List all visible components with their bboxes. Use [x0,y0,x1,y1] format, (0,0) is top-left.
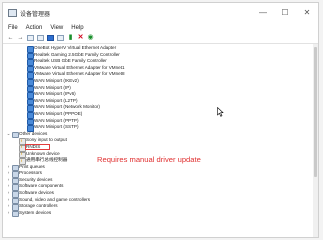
tree-item-network-adapter[interactable]: Realtek Gaming 2.5GbE Family Controller [3,51,318,60]
toolbar: ← → ▮ ✕ ◉ [3,33,318,44]
tree-item-rndis[interactable]: RNDIS [3,143,318,152]
menu-file[interactable]: File [8,25,18,31]
menu-help[interactable]: Help [71,25,83,31]
close-button[interactable]: ✕ [296,3,318,23]
tree-item-label: WAN Miniport (IKEv2) [34,77,79,83]
tree-item-network-adapter[interactable]: WAN Miniport (Network Monitor) [3,104,318,112]
forward-arrow-icon[interactable]: → [17,35,24,41]
tree-item-label: VMware Virtual Ethernet Adapter for VMne… [34,71,125,77]
tree-item-label: Other devices [19,130,48,136]
menu-action[interactable]: Action [26,25,43,31]
tree-item-label: WAN Miniport (SSTP) [34,124,79,130]
add-icon[interactable]: ▮ [67,34,74,41]
tree-category[interactable]: › Print queues [3,163,318,172]
device-manager-window: 设备管理器 — ☐ ✕ File Action View Help ← → ▮ … [2,2,319,238]
tree-item-label: WAN Miniport (PPTP) [34,117,79,123]
tree-item-network-adapter[interactable]: WAN Miniport (IP) [3,84,318,93]
properties-icon[interactable] [27,35,34,41]
tree-item-label: WAN Miniport (IP) [34,84,71,90]
collapse-chevron-icon[interactable]: › [6,177,11,184]
mouse-cursor-icon [217,107,224,117]
tree-item-label: WAN Miniport (PPPOE) [34,110,83,116]
tree-item-label: WAN Miniport (L2TP) [34,97,78,103]
tree-item-network-adapter[interactable]: WAN Miniport (SSTP) [3,124,318,132]
menu-view[interactable]: View [50,25,63,31]
tree-item-label: Software components [19,183,64,189]
monitor-icon[interactable] [57,35,64,41]
expand-chevron-icon[interactable]: ⌄ [6,131,11,138]
device-category-icon [12,210,19,218]
tree-item-network-adapter[interactable]: WAN Miniport (PPPOE) [3,110,318,119]
annotation-text: Requires manual driver update [97,155,201,164]
title-bar: 设备管理器 — ☐ ✕ [3,3,318,23]
back-arrow-icon[interactable]: ← [7,35,14,41]
tree-item-label: Realtek Gaming 2.5GbE Family Controller [34,51,120,57]
tree-item-network-adapter[interactable]: Realtek USB GbE Family Controller [3,58,318,66]
tree-item-network-adapter[interactable]: VMware Virtual Ethernet Adapter for VMne… [3,71,318,79]
tree-item-label: WAN Miniport (Network Monitor) [34,104,100,110]
update-driver-icon[interactable] [47,35,54,41]
disable-icon[interactable]: ✕ [77,34,84,41]
tree-item-network-adapter[interactable]: WAN Miniport (IPv6) [3,91,318,99]
tree-category-other-devices[interactable]: ⌄ Other devices [3,130,318,139]
tree-item-label: Sound, video and game controllers [19,196,90,202]
tree-item-label: Print queues [19,163,45,169]
collapse-chevron-icon[interactable]: › [6,203,11,210]
tree-item-label: Realtek USB GbE Family Controller [34,58,107,64]
tree-item-label: Sony input to output [26,137,67,143]
window-title: 设备管理器 [20,11,51,18]
collapse-chevron-icon[interactable]: › [6,197,11,204]
tree-item-label: Software devices [19,190,54,196]
tree-item-label: Processors [19,170,42,176]
tree-item-network-adapter[interactable]: WAN Miniport (PPTP) [3,117,318,126]
tree-category[interactable]: › Security devices [3,176,318,185]
maximize-button[interactable]: ☐ [274,3,296,23]
tree-item-label: 通用串行总线控制器 [26,157,68,163]
tree-item-network-adapter[interactable]: WAN Miniport (IKEv2) [3,77,318,86]
tree-item-label: System devices [19,209,52,215]
collapse-chevron-icon[interactable]: › [6,183,11,190]
tree-item-label: VMware Virtual Ethernet Adapter for VMne… [34,64,125,70]
tree-category[interactable]: › Software devices [3,190,318,198]
tree-category[interactable]: › Sound, video and game controllers [3,196,318,205]
tree-item-network-adapter[interactable]: VMware Virtual Ethernet Adapter for VMne… [3,64,318,73]
collapse-chevron-icon[interactable]: › [6,170,11,177]
device-tree: OneBot HyperV Virtual Ethernet Adapter Re… [3,45,318,218]
tree-category[interactable]: › System devices [3,209,318,218]
collapse-chevron-icon[interactable]: › [6,190,11,197]
tree-item-network-adapter[interactable]: WAN Miniport (L2TP) [3,97,318,106]
tree-category[interactable]: › Storage controllers [3,203,318,211]
tree-item-other-device[interactable]: Sony input to output [3,137,318,145]
tree-item-label: Storage controllers [19,203,58,209]
minimize-button[interactable]: — [252,3,274,23]
tree-item-label: OneBot HyperV Virtual Ethernet Adapter [34,45,117,50]
tree-category[interactable]: › Software components [3,183,318,192]
help-icon[interactable] [37,35,44,41]
tree-item-label: Security devices [19,176,53,182]
tree-item-label: WAN Miniport (IPv6) [34,91,76,97]
highlight-box [25,143,50,151]
tree-item-network-adapter[interactable]: OneBot HyperV Virtual Ethernet Adapter [3,45,318,53]
tree-category[interactable]: › Processors [3,170,318,178]
scrollbar-thumb[interactable] [314,47,317,177]
device-manager-icon [8,9,17,17]
collapse-chevron-icon[interactable]: › [6,164,11,171]
menu-bar: File Action View Help [3,23,318,33]
collapse-chevron-icon[interactable]: › [6,210,11,217]
uninstall-icon[interactable]: ◉ [87,34,94,41]
